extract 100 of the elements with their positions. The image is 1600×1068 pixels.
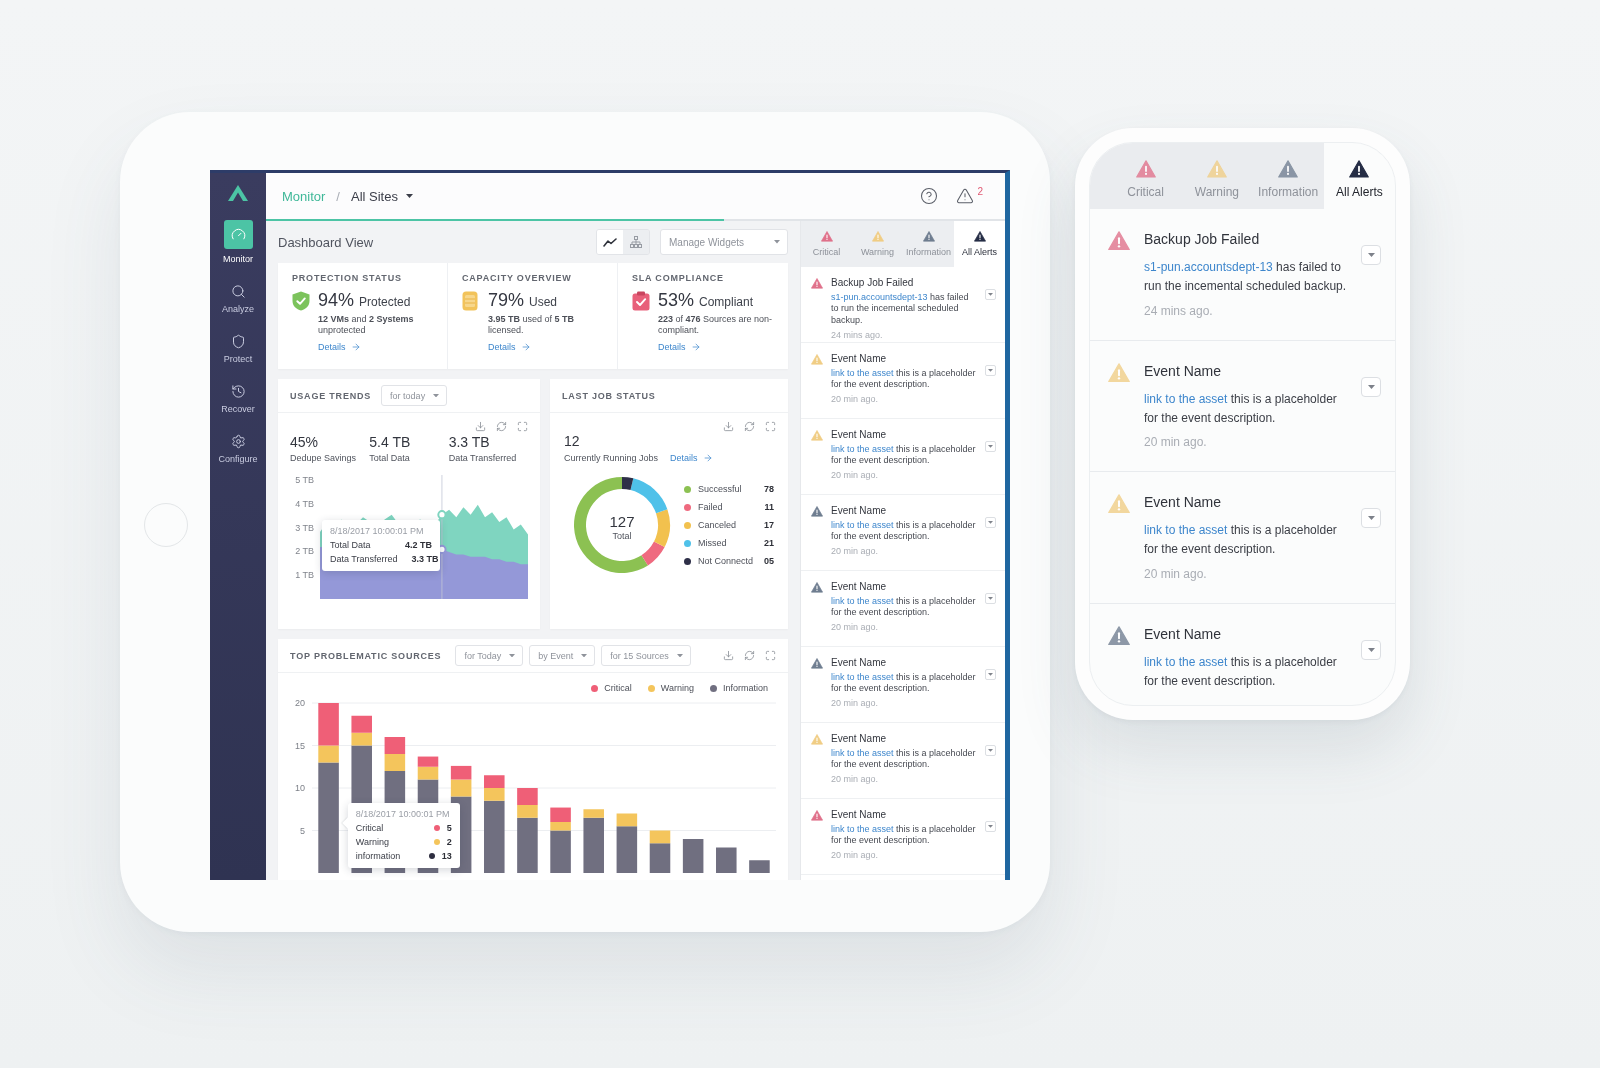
expand-button[interactable] <box>985 365 996 376</box>
asset-link[interactable]: link to the asset <box>831 823 894 834</box>
expand-icon[interactable] <box>765 650 776 661</box>
details-link[interactable]: Details <box>658 341 701 352</box>
asset-link[interactable]: link to the asset <box>831 443 894 454</box>
expand-button[interactable] <box>1361 508 1381 529</box>
legend-label: Canceled <box>697 520 737 530</box>
tooltip-value: 3.3 TB <box>411 553 439 564</box>
axis-label: 4 TB <box>295 498 314 509</box>
expand-icon[interactable] <box>765 421 776 432</box>
breadcrumb-link[interactable]: Monitor <box>282 188 326 204</box>
alert-description: link to the asset this is a placeholder for the event description. <box>1144 390 1338 427</box>
alert-tab[interactable]: All Alerts <box>1323 143 1395 209</box>
alert-time: 20 min ago. <box>831 849 879 860</box>
expand-button[interactable] <box>1361 376 1381 397</box>
help-icon[interactable] <box>920 187 939 205</box>
axis-label: 2 TB <box>295 546 314 557</box>
legend-label: Critical <box>604 683 632 693</box>
asset-link[interactable]: link to the asset <box>1144 655 1228 669</box>
details-link[interactable]: Details <box>488 341 531 352</box>
filter-dropdown[interactable]: for today <box>381 385 448 406</box>
asset-link[interactable]: link to the asset <box>1144 523 1228 538</box>
asset-link[interactable]: s1-pun.accountsdept-13 <box>1144 260 1273 275</box>
axis-tick-label: 20 <box>295 698 305 708</box>
alert-title: Event Name <box>831 505 887 517</box>
sidebar-item[interactable]: Analyze <box>210 281 266 317</box>
download-icon[interactable] <box>723 650 734 661</box>
alert-tab[interactable]: Critical <box>1110 143 1182 209</box>
legend-count: 05 <box>763 556 774 566</box>
database-icon <box>462 291 478 311</box>
details-link[interactable]: Details <box>670 453 713 463</box>
alert-tab[interactable]: All Alerts <box>954 221 1005 267</box>
card-title: USAGE TRENDS <box>290 390 372 401</box>
refresh-icon[interactable] <box>496 421 507 432</box>
alert-time: 20 min ago. <box>831 697 879 708</box>
alert-time: 20 min ago. <box>1144 435 1207 450</box>
refresh-icon[interactable] <box>744 421 755 432</box>
caret-icon <box>774 240 780 244</box>
warning-triangle-icon <box>1108 362 1130 382</box>
expand-button[interactable] <box>985 517 996 528</box>
tooltip-time: 8/18/2017 10:00:01 PM <box>330 525 425 536</box>
asset-link[interactable]: s1-pun.accountsdept-13 <box>831 291 928 302</box>
stat-label: Currently Running Jobs <box>564 453 659 463</box>
asset-link[interactable]: link to the asset <box>831 595 894 606</box>
tooltip-value: 13 <box>441 851 452 862</box>
alert-tab[interactable]: Critical <box>801 221 852 267</box>
asset-link[interactable]: link to the asset <box>831 671 894 682</box>
filter-dropdown[interactable]: for 15 Sources <box>601 645 691 666</box>
tooltip-value: 5 <box>446 823 452 834</box>
alert-description: s1-pun.accountsdept-13 has failed to run the incemental scheduled backup. <box>831 291 970 327</box>
filter-dropdown[interactable]: by Event <box>529 645 596 666</box>
metric-value: 53% <box>658 290 695 311</box>
sidebar-item[interactable]: Protect <box>210 331 266 367</box>
alert-tab[interactable]: Warning <box>852 221 903 267</box>
expand-icon[interactable] <box>517 421 528 432</box>
alert-title: Event Name <box>1144 494 1222 513</box>
warning-triangle-icon <box>811 734 823 745</box>
expand-button[interactable] <box>985 821 996 832</box>
expand-button[interactable] <box>1361 639 1381 660</box>
caret-icon <box>509 653 516 658</box>
expand-button[interactable] <box>985 441 996 452</box>
warning-icon <box>956 187 975 205</box>
view-toggle-button[interactable] <box>597 230 623 254</box>
metric-label: Used <box>529 295 558 309</box>
alert-tab[interactable]: Warning <box>1181 143 1253 209</box>
asset-link[interactable]: link to the asset <box>831 747 894 758</box>
download-icon[interactable] <box>723 421 734 432</box>
alert-title: Event Name <box>831 733 887 745</box>
refresh-icon[interactable] <box>744 650 755 661</box>
caret-icon <box>405 194 413 198</box>
alert-tab[interactable]: Information <box>903 221 954 267</box>
expand-button[interactable] <box>985 745 996 756</box>
site-dropdown[interactable]: All Sites <box>351 188 413 204</box>
asset-link[interactable]: link to the asset <box>1144 391 1228 406</box>
asset-link[interactable]: link to the asset <box>831 519 894 530</box>
expand-button[interactable] <box>985 289 996 300</box>
warning-triangle-icon <box>811 582 823 593</box>
caret-icon <box>988 673 993 676</box>
expand-button[interactable] <box>985 593 996 604</box>
details-link[interactable]: Details <box>318 341 361 352</box>
stat-value: 45% <box>290 434 319 450</box>
filter-dropdown[interactable]: for Today <box>455 645 524 666</box>
manage-widgets-dropdown[interactable]: Manage Widgets <box>660 229 788 255</box>
alert-title: Event Name <box>1144 362 1222 381</box>
asset-link[interactable]: link to the asset <box>831 367 894 378</box>
alert-tab[interactable]: Information <box>1252 143 1324 209</box>
sidebar-item[interactable]: Configure <box>210 431 266 467</box>
alert-title: Event Name <box>831 353 887 365</box>
alert-time: 20 min ago. <box>831 621 879 632</box>
download-icon[interactable] <box>475 421 486 432</box>
sidebar-item[interactable]: Monitor <box>210 217 266 267</box>
expand-button[interactable] <box>1361 245 1381 265</box>
sidebar-item[interactable]: Recover <box>210 381 266 417</box>
alerts-button[interactable]: 2 <box>956 187 983 205</box>
caret-icon <box>988 825 993 828</box>
metric-detail: 12 VMs and 2 Systems unprotected <box>318 314 415 337</box>
alert-title: Event Name <box>831 809 887 821</box>
view-toggle-button[interactable] <box>623 230 649 254</box>
expand-button[interactable] <box>985 669 996 680</box>
warning-triangle-icon <box>811 658 823 669</box>
